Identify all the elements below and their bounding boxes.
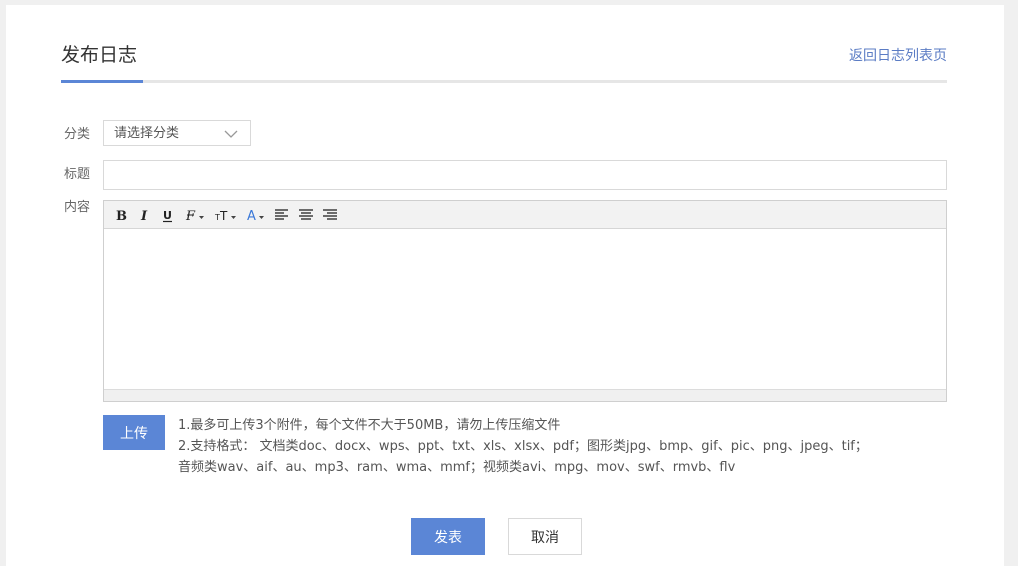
main-panel: 发布日志 返回日志列表页 分类 请选择分类 标题 内容 B I U F T T … bbox=[6, 5, 1004, 566]
upload-note-1: 1.最多可上传3个附件，每个文件不大于50MB，请勿上传压缩文件 bbox=[178, 418, 561, 433]
category-label: 分类 bbox=[64, 127, 91, 142]
header-active-indicator bbox=[61, 80, 143, 83]
font-family-icon[interactable]: F bbox=[184, 207, 206, 223]
font-size-icon[interactable]: TT bbox=[214, 207, 238, 223]
back-to-list-link[interactable]: 返回日志列表页 bbox=[849, 46, 947, 66]
svg-text:A: A bbox=[247, 209, 256, 223]
svg-text:T: T bbox=[219, 209, 228, 223]
align-left-icon[interactable] bbox=[274, 207, 290, 223]
page-header: 发布日志 返回日志列表页 bbox=[61, 5, 947, 85]
content-label: 内容 bbox=[64, 200, 91, 215]
italic-icon[interactable]: I bbox=[138, 207, 152, 223]
align-right-icon[interactable] bbox=[322, 207, 338, 223]
title-input[interactable] bbox=[103, 160, 947, 190]
svg-text:I: I bbox=[140, 209, 148, 223]
svg-text:F: F bbox=[185, 209, 196, 223]
upload-note-3: 音频类wav、aif、au、mp3、ram、wma、mmf；视频类avi、mpg… bbox=[178, 460, 736, 475]
upload-note-2: 2.支持格式： 文档类doc、docx、wps、ppt、txt、xls、xlsx… bbox=[178, 439, 868, 454]
submit-button[interactable]: 发表 bbox=[411, 518, 485, 555]
svg-text:B: B bbox=[116, 209, 127, 223]
underline-icon[interactable]: U bbox=[161, 207, 175, 223]
header-divider bbox=[61, 80, 947, 83]
page-title: 发布日志 bbox=[61, 44, 138, 66]
align-center-icon[interactable] bbox=[298, 207, 314, 223]
upload-button[interactable]: 上传 bbox=[103, 415, 165, 450]
bold-icon[interactable]: B bbox=[114, 207, 128, 223]
editor-content-area[interactable] bbox=[104, 229, 946, 389]
category-select-value: 请选择分类 bbox=[114, 126, 180, 141]
title-label: 标题 bbox=[64, 167, 91, 182]
chevron-down-icon bbox=[224, 126, 238, 140]
editor-toolbar: B I U F TT A bbox=[104, 201, 946, 229]
category-select[interactable]: 请选择分类 bbox=[103, 120, 251, 146]
svg-text:U: U bbox=[163, 209, 172, 222]
rich-text-editor: B I U F TT A bbox=[103, 200, 947, 402]
cancel-button[interactable]: 取消 bbox=[508, 518, 582, 555]
font-color-icon[interactable]: A bbox=[246, 207, 266, 223]
editor-statusbar bbox=[104, 389, 946, 401]
